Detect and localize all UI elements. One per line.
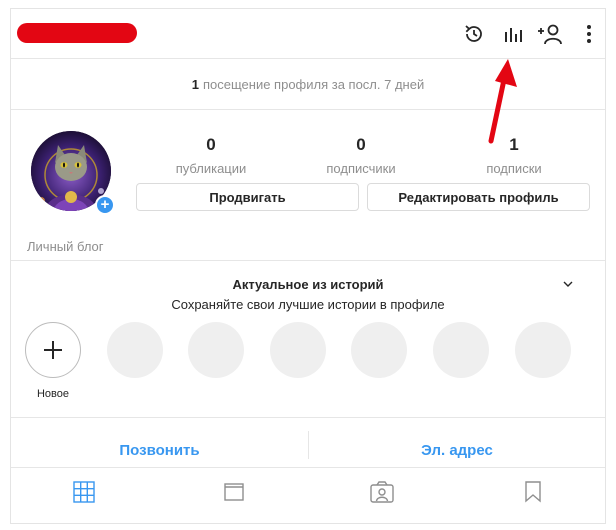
history-icon[interactable] — [461, 21, 487, 47]
edit-profile-button[interactable]: Редактировать профиль — [367, 183, 590, 211]
stat-posts-label: публикации — [175, 161, 247, 176]
add-story-plus-icon[interactable]: + — [95, 195, 115, 215]
highlights-subtitle: Сохраняйте свои лучшие истории в профиле — [171, 297, 445, 312]
divider — [11, 260, 605, 261]
highlight-placeholder — [188, 322, 244, 378]
grid-icon[interactable] — [71, 479, 97, 505]
add-person-icon[interactable] — [537, 21, 563, 47]
chevron-down-icon[interactable] — [561, 277, 575, 291]
stat-followers-label: подписчики — [326, 161, 396, 176]
stat-posts-value: 0 — [206, 135, 216, 154]
profile-visits-banner[interactable]: 1 посещение профиля за посл. 7 дней — [11, 60, 605, 110]
new-highlight-button[interactable] — [25, 322, 81, 378]
divider — [11, 417, 605, 418]
insights-icon[interactable] — [499, 21, 525, 47]
plus-icon — [44, 341, 62, 359]
feed-icon[interactable] — [221, 479, 247, 505]
top-bar — [11, 9, 605, 59]
redacted-username — [17, 23, 137, 43]
saved-icon[interactable] — [520, 479, 546, 505]
new-highlight-label: Новое — [36, 388, 70, 400]
stat-posts[interactable]: 0 публикации — [151, 135, 271, 176]
visits-count: 1 — [191, 77, 199, 92]
more-menu-icon[interactable] — [576, 21, 602, 47]
highlight-placeholder — [270, 322, 326, 378]
divider — [11, 467, 605, 468]
highlight-placeholder — [515, 322, 571, 378]
visits-text: посещение профиля за посл. 7 дней — [202, 77, 425, 92]
tagged-icon[interactable] — [369, 479, 395, 505]
stat-followers-value: 0 — [356, 135, 366, 154]
highlight-placeholder — [433, 322, 489, 378]
profile-category: Личный блог — [27, 239, 104, 254]
stat-following[interactable]: 1 подписки — [454, 135, 574, 176]
promote-button[interactable]: Продвигать — [136, 183, 359, 211]
profile-screen: 1 посещение профиля за посл. 7 дней + 0 … — [10, 8, 606, 524]
stat-following-value: 1 — [509, 135, 519, 154]
highlights-title: Актуальное из историй — [232, 277, 384, 292]
highlight-placeholder — [351, 322, 407, 378]
stat-followers[interactable]: 0 подписчики — [301, 135, 421, 176]
highlight-placeholder — [107, 322, 163, 378]
stat-following-label: подписки — [486, 161, 542, 176]
